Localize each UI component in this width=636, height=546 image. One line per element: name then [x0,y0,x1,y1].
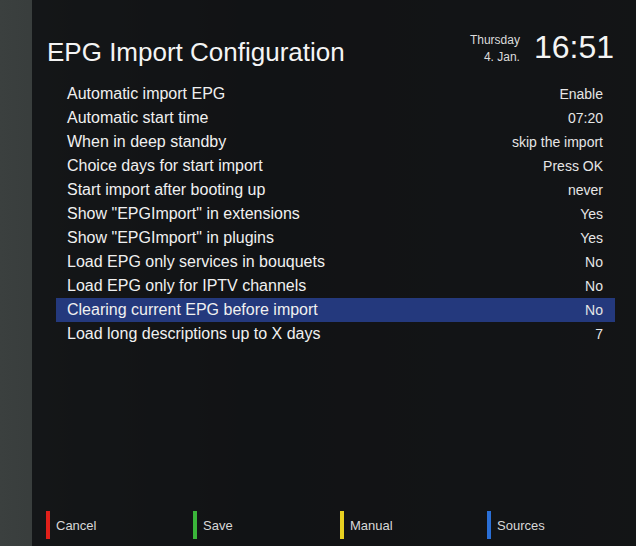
color-key-icon [340,511,344,539]
color-button[interactable]: Save [193,510,340,540]
video-frame: EPG Import ConfigurationThursday4. Jan. 1… [0,0,636,546]
setting-value: 7 [595,326,603,342]
color-button[interactable]: Sources [487,510,634,540]
button-label: Manual [350,518,393,533]
setting-row[interactable]: Automatic import EPG Enable [56,82,615,106]
setting-value: No [585,302,603,318]
setting-label: Show "EPGImport" in plugins [67,229,274,247]
color-key-icon [46,511,50,539]
setting-label: Clearing current EPG before import [67,301,318,319]
setting-label: Load EPG only for IPTV channels [67,277,306,295]
day-label: Thursday [470,32,520,49]
screen-title: EPG Import Configuration [47,37,470,68]
clock-time: 16:51 [534,28,614,66]
setting-row[interactable]: Clearing current EPG before import No [56,298,615,322]
button-label: Sources [497,518,545,533]
setting-value: Yes [580,206,603,222]
setting-value: Press OK [543,158,603,174]
setting-value: never [568,182,603,198]
setting-row[interactable]: Start import after booting up never [56,178,615,202]
setting-row[interactable]: Load long descriptions up to X days 7 [56,322,615,346]
setting-label: Show "EPGImport" in extensions [67,205,300,223]
color-key-icon [193,511,197,539]
settings-list: Automatic import EPG Enable Automatic star… [56,82,615,346]
setting-value: No [585,278,603,294]
setting-label: Load EPG only services in bouquets [67,253,325,271]
setting-row[interactable]: When in deep standby skip the import [56,130,615,154]
setting-value: 07:20 [568,110,603,126]
color-button[interactable]: Cancel [46,510,193,540]
setting-value: Yes [580,230,603,246]
header: EPG Import ConfigurationThursday4. Jan. 1… [32,0,636,82]
setting-row[interactable]: Show "EPGImport" in plugins Yes [56,226,615,250]
config-panel: EPG Import ConfigurationThursday4. Jan. 1… [32,0,636,546]
button-label: Save [203,518,233,533]
setting-value: No [585,254,603,270]
setting-row[interactable]: Show "EPGImport" in extensions Yes [56,202,615,226]
date-block: Thursday4. Jan. [470,32,520,66]
setting-label: Load long descriptions up to X days [67,325,321,343]
date-label: 4. Jan. [484,49,520,66]
setting-label: Automatic import EPG [67,85,225,103]
setting-label: Choice days for start import [67,157,263,175]
button-bar: Cancel Save Manual Sources [32,510,636,540]
setting-row[interactable]: Load EPG only services in bouquets No [56,250,615,274]
setting-row[interactable]: Load EPG only for IPTV channels No [56,274,615,298]
setting-row[interactable]: Automatic start time 07:20 [56,106,615,130]
color-key-icon [487,511,491,539]
setting-label: When in deep standby [67,133,226,151]
setting-row[interactable]: Choice days for start import Press OK [56,154,615,178]
button-label: Cancel [56,518,96,533]
setting-value: Enable [559,86,603,102]
setting-label: Start import after booting up [67,181,265,199]
setting-value: skip the import [512,134,603,150]
setting-label: Automatic start time [67,109,208,127]
color-button[interactable]: Manual [340,510,487,540]
